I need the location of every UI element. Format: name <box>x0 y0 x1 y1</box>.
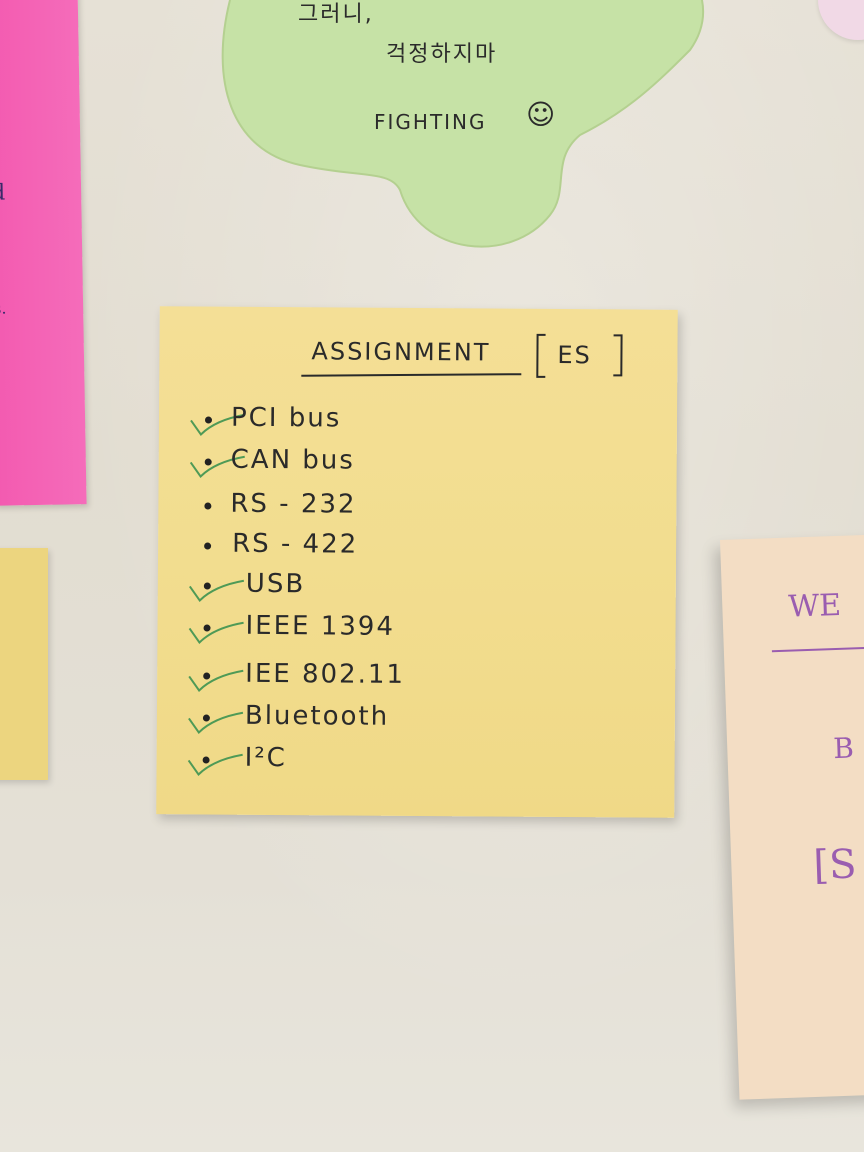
pink-note-fragment: s. <box>0 298 7 318</box>
list-item-label: CAN bus <box>230 444 355 476</box>
assignment-sticky-note: ASSIGNMENT ES PCI bus CAN bus RS - 232 RS -… <box>156 306 678 818</box>
peach-note-fragment: [S <box>812 841 858 889</box>
list-item-label: USB <box>245 568 306 600</box>
peach-note-fragment: B <box>832 731 855 766</box>
yellow-sticky-note-partial <box>0 548 48 780</box>
title-underline <box>301 373 522 377</box>
checkmark-icon <box>188 669 244 693</box>
bullet-dot-icon <box>204 542 212 550</box>
checkmark-icon <box>189 579 245 603</box>
peach-note-fragment: WE <box>787 587 842 625</box>
list-item-label: RS - 422 <box>232 528 359 560</box>
note-title: ASSIGNMENT <box>311 337 491 367</box>
list-item-label: IEE 802.11 <box>245 658 406 690</box>
list-item-label: RS - 232 <box>230 488 357 520</box>
green-note-line: 걱정하지마 <box>386 42 498 67</box>
pink-note-fragment: d <box>0 180 6 206</box>
smiley-icon: ☺ <box>526 98 558 131</box>
tag-label: ES <box>557 340 592 370</box>
list-item-label: Bluetooth <box>244 700 390 732</box>
green-note-line: 그러니, <box>298 2 374 27</box>
list-item-label: IEEE 1394 <box>245 610 396 642</box>
list-item-label: I²C <box>244 742 287 774</box>
peach-sticky-note: WE B [S <box>720 533 864 1100</box>
green-note-line: FIGHTING <box>374 110 487 134</box>
checkmark-icon <box>187 753 243 777</box>
list-item-label: PCI bus <box>230 402 342 434</box>
tag-bracket: ES <box>531 331 627 380</box>
checkmark-icon <box>188 621 244 645</box>
pink-sticky-note: d s. <box>0 0 87 506</box>
bullet-dot-icon <box>204 502 212 510</box>
peach-note-underline <box>771 646 864 653</box>
checkmark-icon <box>188 711 244 735</box>
green-cloud-note: 그러니, 걱정하지마 FIGHTING ☺ <box>190 0 710 260</box>
